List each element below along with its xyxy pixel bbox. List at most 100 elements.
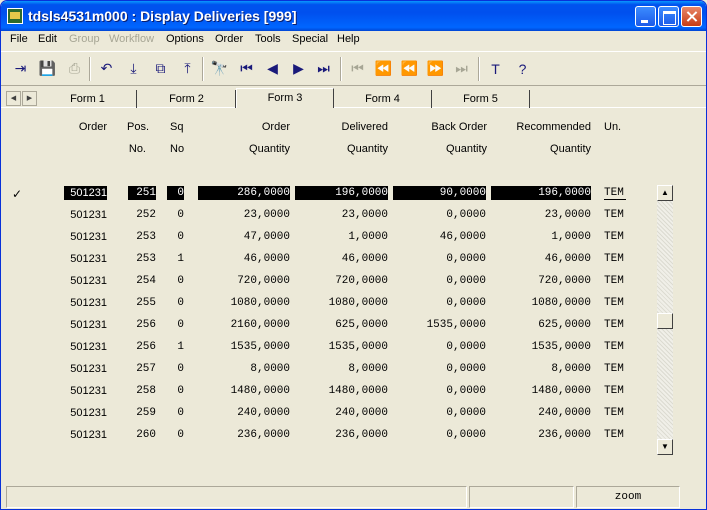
cell-order-qty[interactable]: 720,0000 [198, 274, 290, 288]
cell-recommended[interactable]: 1535,0000 [491, 340, 591, 354]
cell-recommended[interactable]: 8,0000 [491, 362, 591, 376]
menu-order[interactable]: Order [215, 33, 243, 45]
minimize-button[interactable] [635, 6, 656, 27]
cell-delivered[interactable]: 1480,0000 [295, 384, 388, 398]
menu-file[interactable]: File [10, 33, 28, 45]
cell-order-qty[interactable]: 286,0000 [198, 186, 290, 200]
cell-order[interactable]: 501231 [64, 406, 107, 420]
cell-delivered[interactable]: 46,0000 [295, 252, 388, 266]
cell-pos[interactable]: 257 [128, 362, 156, 376]
menu-edit[interactable]: Edit [38, 33, 57, 45]
cell-sq[interactable]: 0 [167, 406, 184, 420]
cell-pos[interactable]: 251 [128, 186, 156, 200]
cell-back-order[interactable]: 1535,0000 [393, 318, 486, 332]
maximize-button[interactable] [658, 6, 679, 27]
previous-record-button[interactable]: ◀ [261, 56, 284, 81]
title-bar[interactable]: tdsls4531m000 : Display Deliveries [999] [1, 1, 706, 31]
save-button[interactable]: 💾 [36, 56, 59, 81]
cell-sq[interactable]: 0 [167, 384, 184, 398]
cell-delivered[interactable]: 8,0000 [295, 362, 388, 376]
cell-recommended[interactable]: 720,0000 [491, 274, 591, 288]
exit-button[interactable]: ⇥ [9, 56, 32, 81]
cell-pos[interactable]: 254 [128, 274, 156, 288]
cell-unit[interactable]: TEM [604, 252, 626, 266]
tab-scroll-left-button[interactable]: ◀ [6, 91, 21, 106]
cell-back-order[interactable]: 0,0000 [393, 428, 486, 442]
close-button[interactable] [681, 6, 702, 27]
cell-order-qty[interactable]: 1080,0000 [198, 296, 290, 310]
cell-order[interactable]: 501231 [64, 208, 107, 222]
cell-back-order[interactable]: 0,0000 [393, 252, 486, 266]
forward-button[interactable]: ⏩ [424, 56, 447, 81]
menu-options[interactable]: Options [166, 33, 204, 45]
cell-unit[interactable]: TEM [604, 186, 626, 200]
scroll-down-button[interactable]: ▼ [657, 439, 673, 455]
cell-order[interactable]: 501231 [64, 318, 107, 332]
first-set-button[interactable]: ⏮ [346, 56, 369, 81]
menu-group[interactable]: Group [69, 33, 100, 45]
last-record-button[interactable]: ⏭ [312, 56, 335, 81]
cell-sq[interactable]: 1 [167, 340, 184, 354]
first-record-button[interactable]: ⏮ [235, 56, 258, 81]
cell-order[interactable]: 501231 [64, 296, 107, 310]
cell-back-order[interactable]: 46,0000 [393, 230, 486, 244]
whats-this-button[interactable]: ? [511, 56, 534, 81]
cell-back-order[interactable]: 0,0000 [393, 340, 486, 354]
cell-pos[interactable]: 258 [128, 384, 156, 398]
cell-sq[interactable]: 0 [167, 274, 184, 288]
undo-button[interactable]: ↶ [95, 56, 118, 81]
cell-order-qty[interactable]: 47,0000 [198, 230, 290, 244]
cell-delivered[interactable]: 196,0000 [295, 186, 388, 200]
cell-delivered[interactable]: 720,0000 [295, 274, 388, 288]
cell-delivered[interactable]: 1535,0000 [295, 340, 388, 354]
tab-form-1[interactable]: Form 1 [39, 90, 137, 108]
cell-pos[interactable]: 256 [128, 340, 156, 354]
cell-order-qty[interactable]: 1535,0000 [198, 340, 290, 354]
print-button[interactable]: ⎙ [63, 56, 86, 81]
cell-sq[interactable]: 0 [167, 362, 184, 376]
cell-recommended[interactable]: 625,0000 [491, 318, 591, 332]
cell-order-qty[interactable]: 236,0000 [198, 428, 290, 442]
cell-recommended[interactable]: 1480,0000 [491, 384, 591, 398]
cell-order[interactable]: 501231 [64, 274, 107, 288]
cell-back-order[interactable]: 0,0000 [393, 406, 486, 420]
cell-unit[interactable]: TEM [604, 274, 626, 288]
cell-pos[interactable]: 259 [128, 406, 156, 420]
previous-set-button[interactable]: ⏪ [372, 56, 395, 81]
import-button[interactable]: ⤓ [122, 56, 145, 81]
cell-unit[interactable]: TEM [604, 362, 626, 376]
cell-unit[interactable]: TEM [604, 428, 626, 442]
cell-order-qty[interactable]: 23,0000 [198, 208, 290, 222]
cell-back-order[interactable]: 0,0000 [393, 296, 486, 310]
cell-back-order[interactable]: 0,0000 [393, 384, 486, 398]
cell-back-order[interactable]: 90,0000 [393, 186, 486, 200]
cell-order-qty[interactable]: 46,0000 [198, 252, 290, 266]
rewind-button[interactable]: ⏪ [398, 56, 421, 81]
menu-workflow[interactable]: Workflow [109, 33, 154, 45]
menu-special[interactable]: Special [292, 33, 328, 45]
scroll-up-button[interactable]: ▲ [657, 185, 673, 201]
cell-delivered[interactable]: 23,0000 [295, 208, 388, 222]
cell-order-qty[interactable]: 2160,0000 [198, 318, 290, 332]
cell-pos[interactable]: 253 [128, 252, 156, 266]
cell-sq[interactable]: 0 [167, 318, 184, 332]
next-record-button[interactable]: ▶ [287, 56, 310, 81]
cell-unit[interactable]: TEM [604, 406, 626, 420]
cell-unit[interactable]: TEM [604, 230, 626, 244]
cell-recommended[interactable]: 1080,0000 [491, 296, 591, 310]
cell-sq[interactable]: 1 [167, 252, 184, 266]
tab-form-2[interactable]: Form 2 [138, 90, 236, 108]
cell-order[interactable]: 501231 [64, 230, 107, 244]
export-button[interactable]: ⤒ [176, 56, 199, 81]
text-button[interactable]: T [484, 56, 507, 81]
cell-order[interactable]: 501231 [64, 186, 107, 200]
app-icon[interactable] [7, 8, 23, 24]
cell-recommended[interactable]: 46,0000 [491, 252, 591, 266]
cell-recommended[interactable]: 236,0000 [491, 428, 591, 442]
cell-back-order[interactable]: 0,0000 [393, 274, 486, 288]
cell-sq[interactable]: 0 [167, 186, 184, 200]
tab-form-4[interactable]: Form 4 [334, 90, 432, 108]
cell-unit[interactable]: TEM [604, 384, 626, 398]
cell-delivered[interactable]: 240,0000 [295, 406, 388, 420]
menu-help[interactable]: Help [337, 33, 360, 45]
